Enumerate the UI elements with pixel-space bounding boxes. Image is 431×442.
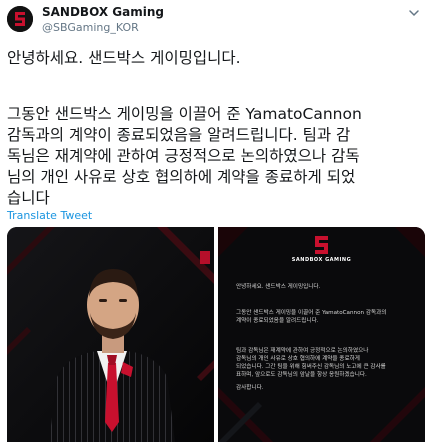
translate-tweet-link[interactable]: Translate Tweet (7, 209, 92, 222)
user-handle[interactable]: @SBGaming_KOR (42, 21, 139, 34)
tweet-greeting: 안녕하세요. 샌드박스 게이밍입니다. (7, 49, 241, 67)
tweet-media: SANDBOX GAMING 안녕하세요. 샌드박스 게이밍입니다. 그동안 샌… (7, 227, 425, 442)
announcement-image[interactable]: SANDBOX GAMING 안녕하세요. 샌드박스 게이밍입니다. 그동안 샌… (218, 227, 425, 442)
sandbox-logo-icon (315, 236, 328, 254)
announcement-logo-name: SANDBOX GAMING (291, 257, 352, 263)
avatar[interactable] (7, 6, 33, 32)
announcement-thanks: 감사합니다. (236, 385, 264, 391)
chevron-down-icon[interactable] (407, 6, 421, 20)
tweet-body: 그동안 샌드박스 게이밍을 이끌어 준 YamatoCannon 감독과의 계약… (7, 105, 362, 207)
coach-photo[interactable] (7, 227, 214, 442)
coach-photo-graphic (7, 227, 214, 442)
announcement-greeting: 안녕하세요. 샌드박스 게이밍입니다. (236, 284, 321, 290)
sandbox-logo-icon (7, 6, 33, 32)
display-name[interactable]: SANDBOX Gaming (42, 5, 164, 19)
announcement-paragraph-1: 그동안 샌드박스 게이밍을 이끌어 준 YamatoCannon 감독과의 계약… (236, 310, 387, 324)
announcement-paragraph-2: 팀과 감독님은 재계약에 관하여 긍정적으로 논의하였으나 감독님의 개인 사유… (236, 348, 386, 378)
tweet-header: SANDBOX Gaming @SBGaming_KOR (0, 0, 431, 46)
